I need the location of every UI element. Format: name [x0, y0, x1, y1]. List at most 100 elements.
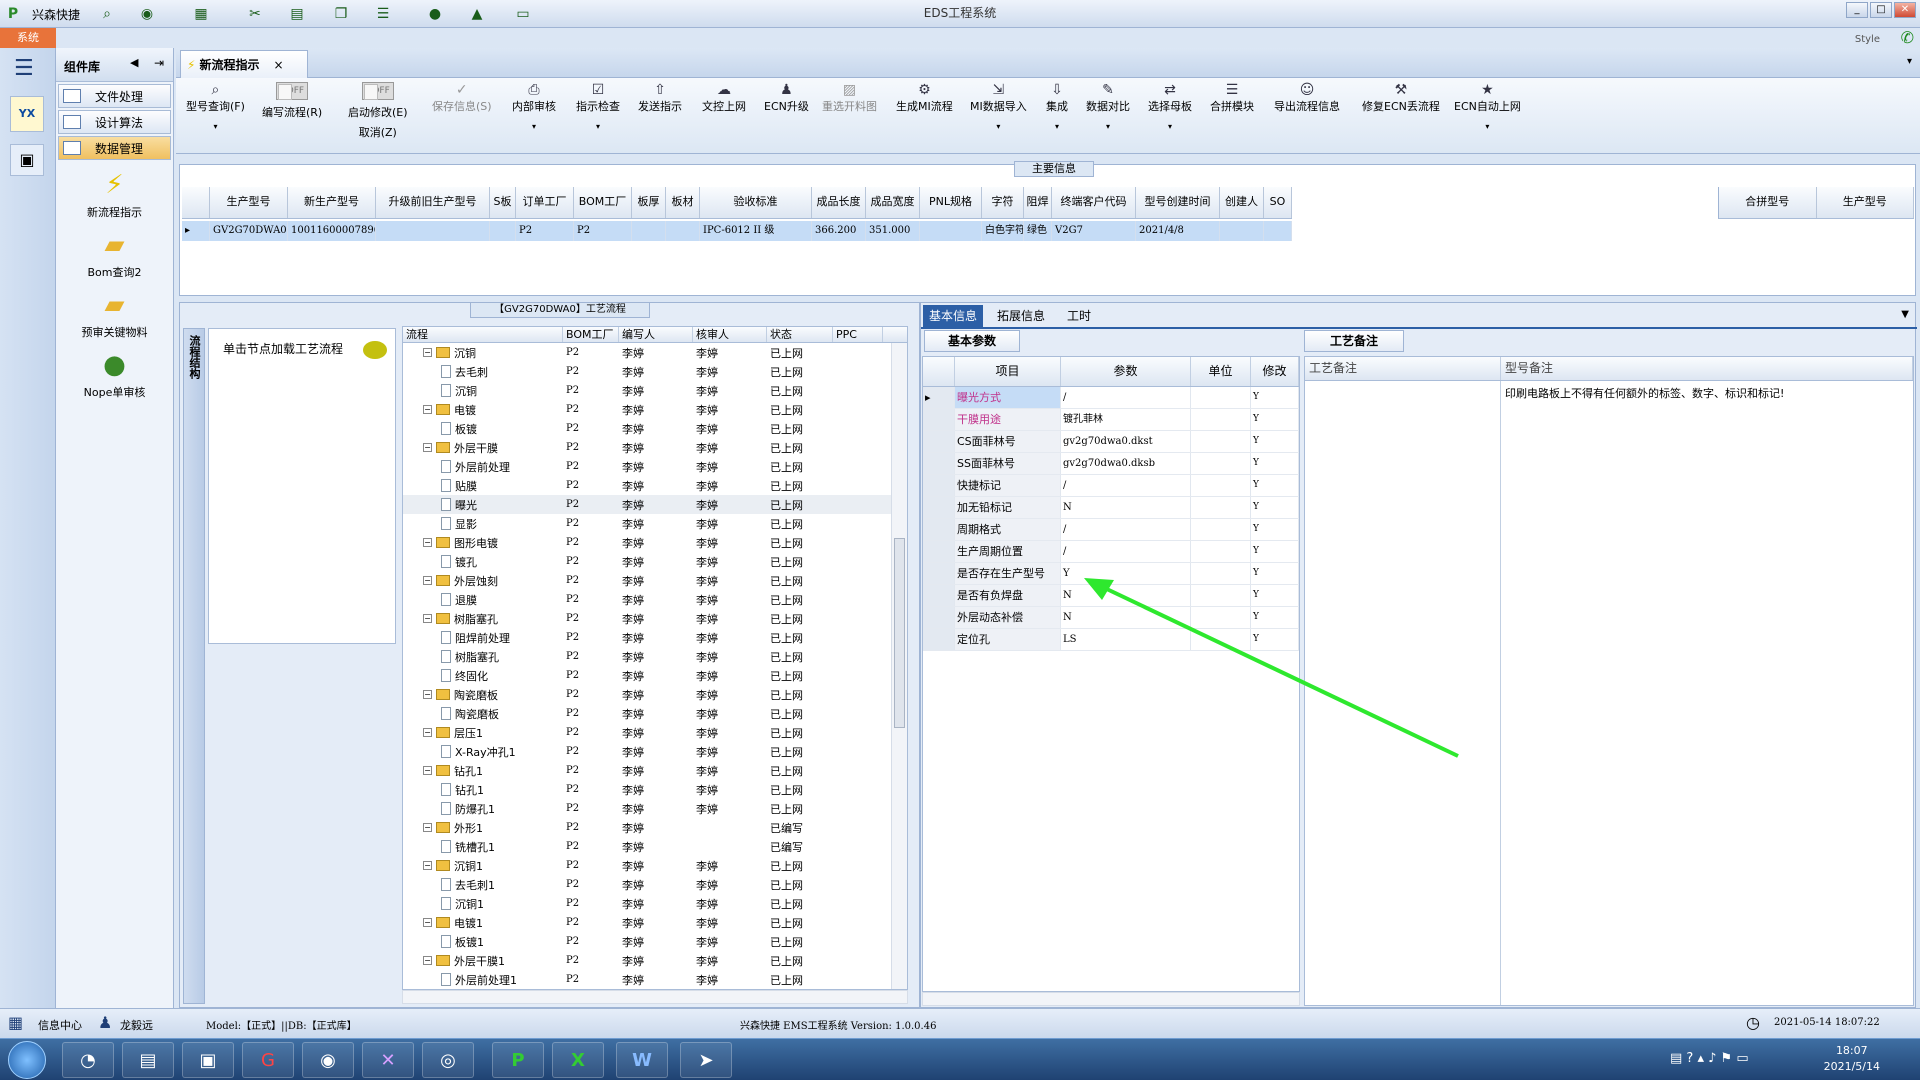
- process-step-cell[interactable]: 板镀1: [403, 934, 563, 950]
- process-tree-row[interactable]: − 电镀1 P2 李婷 李婷 已上网: [403, 913, 907, 932]
- menu-icon[interactable]: ☰: [14, 56, 34, 81]
- process-tree-row[interactable]: 去毛刺 P2 李婷 李婷 已上网: [403, 362, 907, 381]
- process-step-cell[interactable]: − 外层蚀刻: [403, 573, 563, 589]
- main-info-col-header[interactable]: 型号创建时间: [1136, 187, 1220, 218]
- process-step-cell[interactable]: 镀孔: [403, 554, 563, 570]
- main-info-cell[interactable]: GV2G70DWA0: [210, 221, 288, 241]
- param-unit-cell[interactable]: [1191, 387, 1251, 408]
- taskbar-eds-icon[interactable]: P: [492, 1042, 544, 1078]
- merge-module-button[interactable]: ☰ 合拼模块: [1210, 82, 1254, 114]
- param-row[interactable]: 加无铅标记 N Y: [923, 497, 1299, 519]
- process-col-header[interactable]: PPC: [833, 327, 883, 342]
- row-indicator[interactable]: [923, 409, 955, 430]
- param-value-cell[interactable]: gv2g70dwa0.dksb: [1061, 453, 1191, 474]
- tray-icons[interactable]: ▤ ? ▴ ♪ ⚑ ▭: [1670, 1051, 1749, 1066]
- main-info-col-header[interactable]: PNL规格: [920, 187, 982, 218]
- taskbar-eye2-icon[interactable]: ◎: [422, 1042, 474, 1078]
- close-button[interactable]: ✕: [1894, 2, 1916, 18]
- start-button[interactable]: [8, 1041, 46, 1079]
- process-tree-row[interactable]: − 外层干膜 P2 李婷 李婷 已上网: [403, 438, 907, 457]
- system-tab[interactable]: 系统: [0, 28, 56, 48]
- process-step-cell[interactable]: 外层前处理1: [403, 972, 563, 988]
- main-info-cell[interactable]: [490, 221, 516, 241]
- process-step-cell[interactable]: 贴膜: [403, 478, 563, 494]
- param-modify-cell[interactable]: Y: [1251, 387, 1299, 408]
- collapse-toggle-icon[interactable]: −: [423, 576, 432, 585]
- param-unit-cell[interactable]: [1191, 453, 1251, 474]
- process-step-cell[interactable]: 曝光: [403, 497, 563, 513]
- row-indicator[interactable]: [923, 563, 955, 584]
- main-info-cell[interactable]: 白色字符: [982, 221, 1024, 241]
- process-step-cell[interactable]: 铣槽孔1: [403, 839, 563, 855]
- collapse-toggle-icon[interactable]: −: [423, 728, 432, 737]
- row-indicator[interactable]: [923, 431, 955, 452]
- row-indicator[interactable]: ▸: [923, 387, 955, 408]
- internal-review-button[interactable]: ⎙ 内部审核 ▾: [512, 82, 556, 131]
- row-indicator[interactable]: [923, 541, 955, 562]
- model-query-button[interactable]: ⌕ 型号查询(F) ▾: [186, 82, 245, 131]
- windows-grid-icon[interactable]: ▦: [8, 1013, 23, 1032]
- param-modify-cell[interactable]: Y: [1251, 431, 1299, 452]
- row-indicator[interactable]: [923, 629, 955, 650]
- main-info-col-header[interactable]: 成品宽度: [866, 187, 920, 218]
- process-step-cell[interactable]: − 电镀1: [403, 915, 563, 931]
- lib-item-file-processing[interactable]: 文件处理: [58, 84, 171, 108]
- vertical-scrollbar[interactable]: [891, 343, 907, 989]
- process-tree-row[interactable]: − 层压1 P2 李婷 李婷 已上网: [403, 723, 907, 742]
- taskbar-shell-icon[interactable]: ◔: [62, 1042, 114, 1078]
- process-step-cell[interactable]: 防爆孔1: [403, 801, 563, 817]
- process-tree-row[interactable]: − 外层干膜1 P2 李婷 李婷 已上网: [403, 951, 907, 970]
- process-step-cell[interactable]: 去毛刺: [403, 364, 563, 380]
- phone-icon[interactable]: ✆: [1901, 28, 1914, 47]
- main-info-col-header[interactable]: SO: [1264, 187, 1292, 218]
- param-value-cell[interactable]: gv2g70dwa0.dkst: [1061, 431, 1191, 452]
- process-step-cell[interactable]: − 钻孔1: [403, 763, 563, 779]
- main-info-cell[interactable]: P2: [574, 221, 632, 241]
- process-tree-row[interactable]: 沉铜 P2 李婷 李婷 已上网: [403, 381, 907, 400]
- process-col-header[interactable]: BOM工厂: [563, 327, 619, 342]
- process-step-cell[interactable]: 退膜: [403, 592, 563, 608]
- main-info-data-row[interactable]: ▸ GV2G70DWA0 10011600007896 P2 P2 IPC-6012 II…: [182, 221, 1292, 241]
- collapse-toggle-icon[interactable]: −: [423, 614, 432, 623]
- process-tree-row[interactable]: 板镀1 P2 李婷 李婷 已上网: [403, 932, 907, 951]
- collapse-toggle-icon[interactable]: −: [423, 823, 432, 832]
- side-col-merge-model[interactable]: 合拼型号: [1719, 187, 1817, 218]
- doc-control-online-button[interactable]: ☁ 文控上网: [702, 82, 746, 114]
- model-note-text[interactable]: 印刷电路板上不得有任何额外的标签、数字、标识和标记!: [1505, 385, 1885, 401]
- write-process-toggle[interactable]: OFF 编写流程(R): [262, 82, 322, 120]
- main-info-cell[interactable]: [1264, 221, 1292, 241]
- save-info-button[interactable]: ✓ 保存信息(S): [432, 82, 492, 114]
- process-tree-row[interactable]: − 树脂塞孔 P2 李婷 李婷 已上网: [403, 609, 907, 628]
- process-tree-row[interactable]: − 外形1 P2 李婷 已编写: [403, 818, 907, 837]
- process-tree-row[interactable]: 钻孔1 P2 李婷 李婷 已上网: [403, 780, 907, 799]
- process-step-cell[interactable]: 树脂塞孔: [403, 649, 563, 665]
- process-step-cell[interactable]: − 陶瓷磨板: [403, 687, 563, 703]
- main-info-cell[interactable]: 366.200: [812, 221, 866, 241]
- main-info-col-header[interactable]: 验收标准: [700, 187, 812, 218]
- process-col-header[interactable]: 编写人: [619, 327, 693, 342]
- chevron-down-icon[interactable]: ▼: [1901, 309, 1909, 320]
- process-tree-row[interactable]: X-Ray冲孔1 P2 李婷 李婷 已上网: [403, 742, 907, 761]
- param-row[interactable]: CS面菲林号 gv2g70dwa0.dkst Y: [923, 431, 1299, 453]
- process-step-cell[interactable]: − 树脂塞孔: [403, 611, 563, 627]
- param-unit-cell[interactable]: [1191, 541, 1251, 562]
- param-modify-cell[interactable]: Y: [1251, 519, 1299, 540]
- process-tree-row[interactable]: 铣槽孔1 P2 李婷 已编写: [403, 837, 907, 856]
- param-unit-cell[interactable]: [1191, 409, 1251, 430]
- main-info-cell[interactable]: [1220, 221, 1264, 241]
- param-row[interactable]: 周期格式 / Y: [923, 519, 1299, 541]
- process-tree-row[interactable]: 镀孔 P2 李婷 李婷 已上网: [403, 552, 907, 571]
- process-step-cell[interactable]: 沉铜1: [403, 896, 563, 912]
- process-step-cell[interactable]: − 外层干膜: [403, 440, 563, 456]
- collapse-toggle-icon[interactable]: −: [423, 918, 432, 927]
- process-tree-row[interactable]: 沉铜1 P2 李婷 李婷 已上网: [403, 894, 907, 913]
- process-step-cell[interactable]: 去毛刺1: [403, 877, 563, 893]
- tab-extended-info[interactable]: 拓展信息: [991, 305, 1051, 327]
- main-info-cell[interactable]: [666, 221, 700, 241]
- param-value-cell[interactable]: /: [1061, 541, 1191, 562]
- col-param[interactable]: 参数: [1061, 357, 1191, 386]
- main-info-cell[interactable]: 10011600007896: [288, 221, 376, 241]
- send-instruction-button[interactable]: ⇧ 发送指示: [638, 82, 682, 114]
- process-tree-row[interactable]: − 图形电镀 P2 李婷 李婷 已上网: [403, 533, 907, 552]
- process-tree-row[interactable]: 防爆孔1 P2 李婷 李婷 已上网: [403, 799, 907, 818]
